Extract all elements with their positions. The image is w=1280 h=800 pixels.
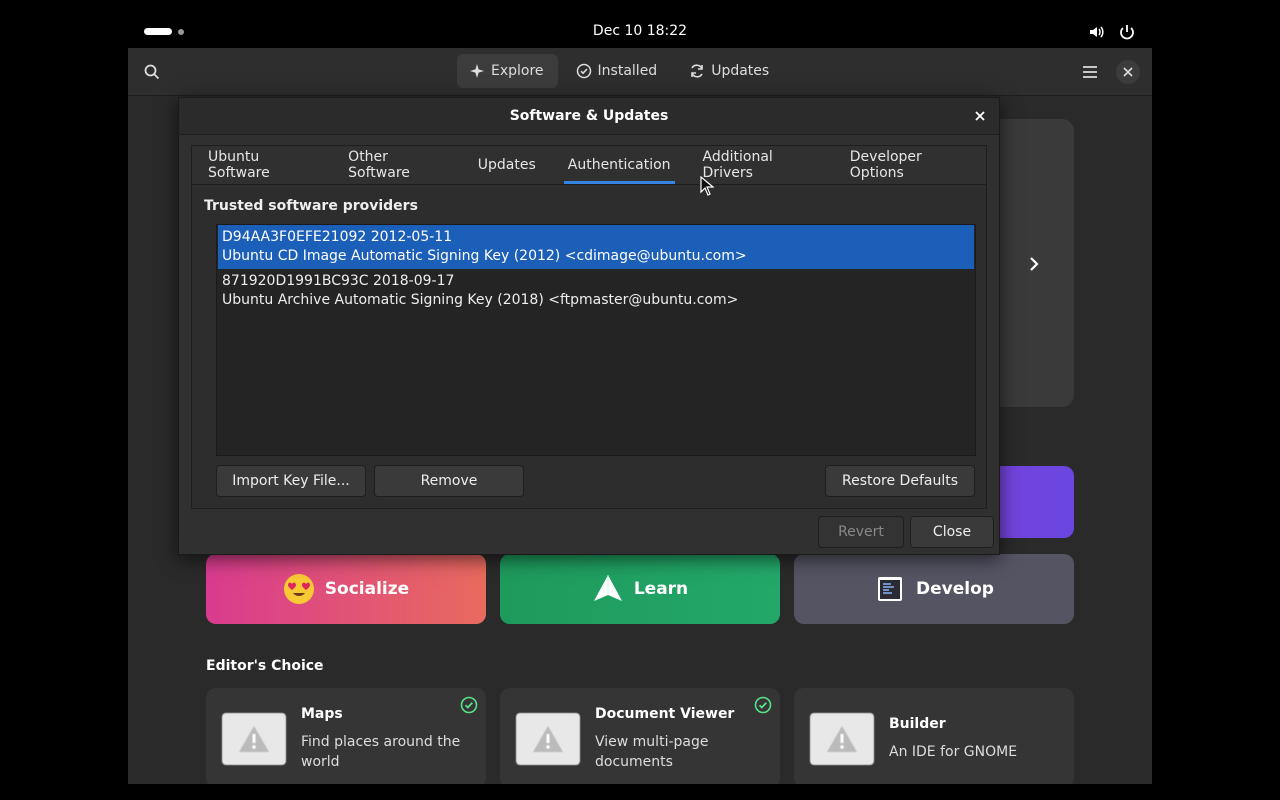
app-card-maps[interactable]: Maps Find places around the world	[206, 688, 486, 784]
app-thumbnail	[810, 713, 874, 765]
main-menu-button[interactable]	[1076, 58, 1104, 86]
check-circle-icon	[576, 63, 591, 79]
heart-eyes-emoji-icon	[283, 573, 315, 605]
view-switcher: Explore Installed Updates	[457, 54, 783, 88]
close-icon	[975, 111, 985, 121]
code-editor-icon	[874, 573, 906, 605]
editors-choice-heading: Editor's Choice	[206, 658, 324, 674]
desktop-screen: Dec 10 18:22 Explore Installed Updates S…	[128, 16, 1152, 784]
installed-check-icon	[754, 696, 772, 714]
tab-ubuntu-software[interactable]: Ubuntu Software	[192, 146, 332, 184]
tab-other-software[interactable]: Other Software	[332, 146, 462, 184]
app-card-builder[interactable]: Builder An IDE for GNOME	[794, 688, 1074, 784]
key-name-line: Ubuntu Archive Automatic Signing Key (20…	[222, 292, 739, 308]
category-develop[interactable]: Develop	[794, 554, 1074, 624]
dialog-titlebar[interactable]: Software & Updates	[179, 98, 999, 135]
installed-check-icon	[460, 696, 478, 714]
hamburger-menu-icon	[1083, 66, 1097, 78]
tab-updates[interactable]: Updates	[462, 146, 552, 184]
dialog-close-button[interactable]	[971, 107, 989, 125]
tab-installed[interactable]: Installed	[564, 54, 672, 88]
app-description: Find places around the world	[301, 734, 461, 770]
tab-updates-label: Updates	[711, 63, 770, 79]
key-list-item[interactable]: 871920D1991BC93C 2018-09-17 Ubuntu Archi…	[218, 269, 974, 313]
clock[interactable]: Dec 10 18:22	[128, 23, 1152, 39]
carousel-next-button[interactable]	[1022, 252, 1046, 276]
category-develop-label: Develop	[916, 579, 994, 599]
volume-icon[interactable]	[1088, 23, 1106, 41]
tab-updates[interactable]: Updates	[677, 54, 783, 88]
chevron-right-icon	[1030, 257, 1039, 271]
key-id-line: D94AA3F0EFE21092 2012-05-11	[222, 229, 453, 245]
trusted-keys-list[interactable]: D94AA3F0EFE21092 2012-05-11 Ubuntu CD Im…	[216, 224, 976, 456]
dialog-tab-strip: Ubuntu Software Other Software Updates A…	[192, 146, 986, 185]
app-description: View multi-page documents	[595, 734, 709, 770]
mouse-pointer-icon	[700, 176, 714, 196]
power-icon[interactable]	[1118, 23, 1136, 41]
restore-defaults-button[interactable]: Restore Defaults	[825, 465, 975, 497]
category-socialize-label: Socialize	[324, 579, 410, 599]
app-name: Maps	[301, 706, 343, 722]
warning-icon	[827, 726, 857, 752]
key-name-line: Ubuntu CD Image Automatic Signing Key (2…	[222, 248, 747, 264]
settings-notebook: Ubuntu Software Other Software Updates A…	[191, 145, 987, 509]
app-name: Builder	[889, 716, 946, 732]
warning-icon	[533, 726, 563, 752]
import-key-file-button[interactable]: Import Key File...	[216, 465, 366, 497]
app-description: An IDE for GNOME	[889, 744, 1018, 760]
system-tray[interactable]	[1088, 23, 1136, 41]
warning-icon	[239, 726, 269, 752]
sparkle-icon	[470, 64, 484, 78]
search-button[interactable]	[138, 58, 166, 86]
search-icon	[144, 64, 160, 80]
software-updates-dialog: Software & Updates Ubuntu Software Other…	[178, 97, 1000, 555]
tab-authentication[interactable]: Authentication	[552, 146, 687, 184]
tab-explore[interactable]: Explore	[457, 54, 558, 88]
app-thumbnail	[516, 713, 580, 765]
category-learn-label: Learn	[633, 579, 689, 599]
key-list-item[interactable]: D94AA3F0EFE21092 2012-05-11 Ubuntu CD Im…	[218, 225, 974, 269]
window-close-button[interactable]	[1116, 60, 1140, 84]
tab-installed-label: Installed	[597, 63, 658, 79]
revert-button[interactable]: Revert	[818, 516, 904, 548]
category-learn[interactable]: Learn	[500, 554, 780, 624]
app-card-document-viewer[interactable]: Document Viewer View multi-page document…	[500, 688, 780, 784]
tab-explore-label: Explore	[491, 63, 544, 79]
app-name: Document Viewer	[595, 706, 735, 722]
trusted-providers-label: Trusted software providers	[204, 198, 418, 214]
tab-developer-options[interactable]: Developer Options	[834, 146, 986, 184]
dialog-title: Software & Updates	[509, 108, 669, 124]
close-icon	[1123, 67, 1133, 77]
top-bar: Dec 10 18:22	[128, 16, 1152, 48]
key-id-line: 871920D1991BC93C 2018-09-17	[222, 273, 455, 289]
software-header-bar: Explore Installed Updates	[128, 48, 1152, 96]
paper-plane-icon	[592, 573, 624, 605]
app-thumbnail	[222, 713, 286, 765]
refresh-icon	[691, 64, 704, 78]
category-socialize[interactable]: Socialize	[206, 554, 486, 624]
remove-key-button[interactable]: Remove	[374, 465, 524, 497]
close-button[interactable]: Close	[910, 516, 994, 548]
